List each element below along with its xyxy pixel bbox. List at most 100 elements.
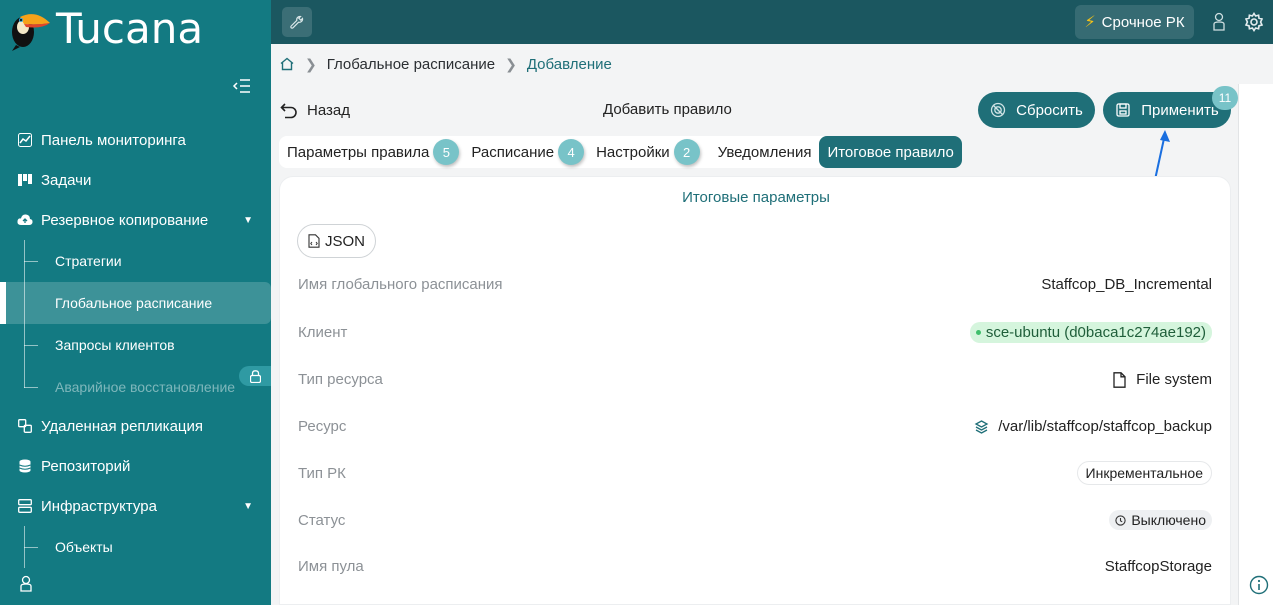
- server-icon: [17, 498, 33, 514]
- tools-button[interactable]: [282, 7, 312, 37]
- lock-icon: [239, 366, 271, 386]
- pool-name-value: StaffcopStorage: [1104, 558, 1212, 575]
- gear-icon[interactable]: [1244, 12, 1264, 32]
- sidebar-item-label: Резервное копирование: [41, 211, 209, 229]
- top-bar: ⚡ Срочное РК: [271, 0, 1273, 44]
- clock-icon: [1115, 514, 1126, 526]
- apply-count-badge: 11: [1212, 86, 1238, 110]
- back-label: Назад: [307, 101, 350, 119]
- tab-notifications[interactable]: Уведомления: [710, 136, 820, 168]
- file-icon: [1113, 371, 1126, 388]
- sidebar-subitem-global-schedule[interactable]: Глобальное расписание: [0, 282, 271, 324]
- sidebar-item-tasks[interactable]: Задачи: [0, 160, 271, 200]
- field-value: StaffcopStorage: [1105, 558, 1212, 575]
- client-value: sce-ubuntu (d0baca1c274ae192): [985, 324, 1206, 341]
- status-chip: Выключено: [1109, 510, 1212, 530]
- back-button[interactable]: Назад: [280, 98, 350, 122]
- sidebar-subitem-label: Запросы клиентов: [55, 337, 175, 353]
- chart-icon: [17, 132, 33, 148]
- urgent-backup-button[interactable]: ⚡ Срочное РК: [1075, 5, 1194, 39]
- app-name: Tucana: [56, 3, 204, 53]
- sidebar-item-repository[interactable]: Репозиторий: [0, 446, 271, 486]
- collapse-sidebar-icon[interactable]: [232, 76, 252, 96]
- home-icon[interactable]: [279, 56, 295, 72]
- online-status-dot: [975, 330, 981, 335]
- field-value: Инкрементальное: [1076, 461, 1212, 485]
- reset-icon: [991, 102, 1006, 118]
- json-button[interactable]: JSON: [297, 224, 376, 258]
- sidebar-subitem-disaster-recovery[interactable]: Аварийное восстановление: [0, 366, 271, 408]
- tab-label: Уведомления: [717, 143, 812, 161]
- replication-icon: [17, 418, 33, 434]
- undo-arrow-icon: [280, 103, 297, 119]
- right-panel: [1238, 84, 1273, 605]
- sidebar-item-label: Удаленная репликация: [41, 417, 204, 435]
- tab-schedule[interactable]: Расписание 4: [463, 136, 588, 168]
- database-icon: [17, 458, 33, 474]
- field-label: Клиент: [298, 324, 348, 341]
- tab-count-badge: 4: [558, 139, 585, 165]
- tab-label: Расписание: [471, 143, 555, 161]
- file-code-icon: [308, 234, 320, 248]
- reset-label: Сбросить: [1016, 101, 1083, 119]
- sidebar-item-label: Репозиторий: [41, 457, 131, 475]
- sidebar-item-label: Задачи: [41, 171, 92, 189]
- sidebar: Tucana Панель мониторинга Задачи Резервн…: [0, 0, 271, 605]
- client-chip: sce-ubuntu (d0baca1c274ae192): [969, 322, 1212, 343]
- field-value: File system: [1112, 371, 1212, 388]
- field-label: Имя глобального расписания: [298, 276, 503, 293]
- save-icon: [1116, 103, 1130, 117]
- breadcrumb-current: Добавление: [526, 55, 612, 73]
- tab-label: Параметры правила: [287, 143, 430, 161]
- field-label: Статус: [298, 512, 346, 529]
- json-label: JSON: [324, 232, 365, 250]
- chevron-right-icon: ❯: [305, 55, 317, 72]
- field-value: Выключено: [1109, 510, 1212, 530]
- page-title: Добавить правило: [603, 101, 732, 118]
- active-indicator: [0, 282, 6, 324]
- sidebar-subitem-label: Глобальное расписание: [55, 295, 213, 311]
- apply-label: Применить: [1141, 101, 1219, 119]
- caret-down-icon: ▼: [243, 500, 253, 512]
- chevron-right-icon: ❯: [505, 55, 517, 72]
- sidebar-item-label: Панель мониторинга: [41, 131, 186, 149]
- wrench-icon: [290, 15, 304, 29]
- resource-type-value: File system: [1136, 371, 1212, 388]
- tab-settings[interactable]: Настройки 2: [588, 136, 704, 168]
- summary-title: Итоговые параметры: [682, 189, 830, 206]
- reset-button[interactable]: Сбросить: [978, 92, 1095, 128]
- sidebar-item-backup[interactable]: Резервное копирование ▼: [0, 200, 271, 240]
- urgent-backup-label: Срочное РК: [1101, 13, 1185, 31]
- field-value: Staffcop_DB_Incremental: [1041, 276, 1212, 293]
- tasks-icon: [17, 172, 33, 188]
- sidebar-subitem-label: Аварийное восстановление: [55, 379, 236, 395]
- sidebar-item-label: Инфраструктура: [41, 497, 157, 515]
- cloud-backup-icon: [17, 212, 33, 228]
- info-icon[interactable]: [1249, 575, 1269, 595]
- tab-summary-rule[interactable]: Итоговое правило: [819, 136, 962, 168]
- status-value: Выключено: [1131, 512, 1206, 528]
- tab-count-badge: 5: [433, 139, 460, 165]
- user-icon[interactable]: [1212, 12, 1226, 32]
- field-value: sce-ubuntu (d0baca1c274ae192): [969, 322, 1212, 343]
- breadcrumb: ❯ Глобальное расписание ❯ Добавление: [271, 44, 1273, 84]
- backup-type-chip: Инкрементальное: [1076, 461, 1212, 485]
- sidebar-subitem-strategies[interactable]: Стратегии: [0, 240, 271, 282]
- sidebar-subitem-client-requests[interactable]: Запросы клиентов: [0, 324, 271, 366]
- field-value: /var/lib/staffcop/staffcop_backup: [974, 418, 1212, 435]
- sidebar-item-infrastructure[interactable]: Инфраструктура ▼: [0, 486, 271, 526]
- sidebar-subitem-objects[interactable]: Объекты: [0, 526, 271, 568]
- tab-count-badge: 2: [673, 139, 700, 165]
- tab-label: Настройки: [596, 143, 670, 161]
- sidebar-item-dashboard[interactable]: Панель мониторинга: [0, 120, 271, 160]
- tab-rule-parameters[interactable]: Параметры правила 5: [279, 136, 463, 168]
- sidebar-item-replication[interactable]: Удаленная репликация: [0, 406, 271, 446]
- breadcrumb-item[interactable]: Глобальное расписание: [327, 56, 495, 73]
- sidebar-subitem-label: Объекты: [55, 539, 113, 555]
- app-logo[interactable]: Tucana: [6, 3, 204, 53]
- tab-bar: Параметры правила 5 Расписание 4 Настрой…: [279, 136, 962, 168]
- lightning-icon: ⚡: [1084, 14, 1096, 31]
- field-label: Тип ресурса: [298, 371, 383, 388]
- user-icon[interactable]: [18, 575, 34, 593]
- field-label: Ресурс: [298, 418, 347, 435]
